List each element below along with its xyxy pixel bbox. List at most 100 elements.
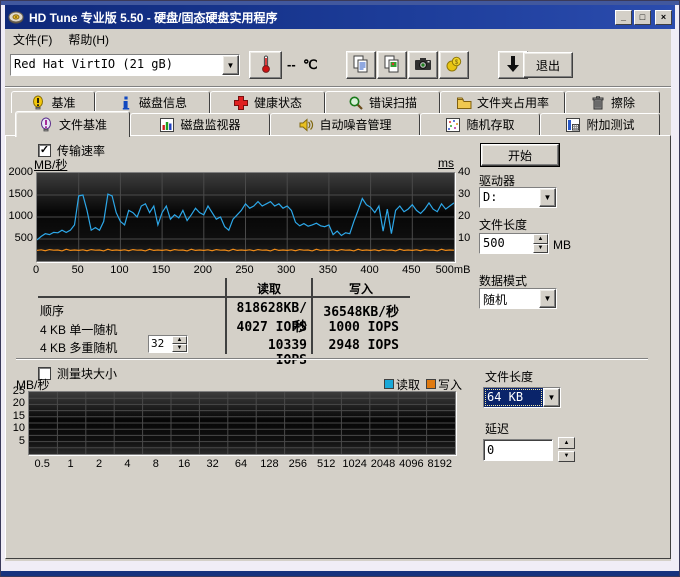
y-tick-label: 10 — [6, 422, 25, 434]
queue-depth-spinner[interactable]: 32 ▲▼ — [148, 335, 188, 353]
block-size-chart — [28, 391, 456, 455]
file-length-spinner[interactable]: 500 ▲▼ — [479, 233, 549, 254]
copy-text-button[interactable] — [346, 51, 376, 79]
barchart-icon — [159, 117, 175, 133]
tab-random-access[interactable]: 随机存取 — [420, 113, 540, 135]
data-pattern-dropdown[interactable]: 随机 ▼ — [479, 288, 557, 309]
row-label-4k-multi: 4 KB 多重随机 — [40, 339, 117, 356]
tab-error-scan[interactable]: 错误扫描 — [325, 91, 440, 113]
y2-tick-label: 10 — [458, 232, 482, 244]
x-tick-label: 150 — [141, 264, 181, 276]
4k-multi-write-value: 2948 IOPS — [317, 338, 399, 353]
spin-down-icon[interactable]: ▼ — [558, 451, 575, 463]
write-legend-label: 写入 — [438, 378, 462, 392]
tab-label: 错误扫描 — [369, 94, 417, 111]
read-legend-label: 读取 — [396, 378, 420, 392]
spin-down-icon[interactable]: ▼ — [172, 344, 187, 352]
tab-file-benchmark[interactable]: 文件基准 — [15, 111, 130, 137]
tab-label: 磁盘信息 — [139, 94, 187, 111]
close-button[interactable]: × — [655, 10, 672, 25]
4k-multi-read-value: 10339 IOPS — [231, 338, 307, 368]
tab-disk-info[interactable]: 磁盘信息 — [95, 91, 210, 113]
file-benchmark-page: ✓ 传输速率 MB/秒 ms 读取 写入 顺序 818628KB/秒 36548… — [5, 135, 671, 559]
maximize-button[interactable]: □ — [634, 10, 651, 25]
magnifier-icon — [348, 95, 364, 111]
minimize-button[interactable]: _ — [615, 10, 632, 25]
temperature-unit: ℃ — [303, 57, 318, 73]
data-pattern-label: 数据模式 — [479, 272, 527, 289]
x-tick-label: 350 — [308, 264, 348, 276]
window-title: HD Tune 专业版 5.50 - 硬盘/固态硬盘实用程序 — [29, 9, 277, 26]
thermometer-icon — [256, 54, 276, 77]
write-column-header: 写入 — [336, 280, 386, 297]
tab-folder-usage[interactable]: 文件夹占用率 — [440, 91, 565, 113]
delay-input[interactable]: 0 — [483, 439, 553, 461]
tab-benchmark[interactable]: 基准 — [11, 91, 95, 113]
checkbox-label: 测量块大小 — [57, 365, 117, 382]
temperature-button[interactable] — [249, 51, 282, 79]
menu-help[interactable]: 帮助(H) — [60, 29, 117, 50]
y-tick-label: 20 — [6, 397, 25, 409]
drive-select-value: Red Hat VirtIO (21 gB) — [11, 55, 222, 75]
spin-down-icon[interactable]: ▼ — [533, 244, 548, 254]
menu-file[interactable]: 文件(F) — [5, 29, 60, 50]
screenshot-button[interactable] — [408, 51, 438, 79]
exclaim-yellow-icon — [30, 95, 46, 111]
x-tick-label: 200 — [183, 264, 223, 276]
y-tick-label: 25 — [6, 385, 25, 397]
coins-button[interactable]: $ — [439, 51, 469, 79]
spin-up-icon[interactable]: ▲ — [558, 437, 575, 449]
y-tick-label: 2000 — [6, 166, 33, 178]
block-file-length-value: 64 KB — [484, 388, 543, 407]
tab-strip: 基准 磁盘信息 健康状态 错误扫描 文件夹占用率擦除 文件基准磁盘监视器自动噪音管理 随机… — [5, 89, 671, 135]
x-tick-label: 500mB — [433, 264, 473, 276]
x-tick-label: 100 — [99, 264, 139, 276]
title-bar[interactable]: HD Tune 专业版 5.50 - 硬盘/固态硬盘实用程序 _ □ × — [5, 5, 675, 29]
copy-image-icon — [382, 54, 402, 77]
chevron-down-icon[interactable]: ▼ — [543, 388, 560, 407]
write-legend-swatch — [426, 379, 436, 389]
toolbar: Red Hat VirtIO (21 gB) ▼ -- ℃ $ — [5, 49, 671, 87]
app-icon — [8, 9, 24, 25]
read-legend-swatch — [384, 379, 394, 389]
tab-extra-tests[interactable]: 附加测试 — [540, 113, 660, 135]
exit-button[interactable]: 退出 — [523, 52, 573, 78]
spin-up-icon[interactable]: ▲ — [172, 336, 187, 344]
chevron-down-icon[interactable]: ▼ — [539, 188, 556, 207]
scatter-icon — [445, 117, 461, 133]
block-file-length-dropdown[interactable]: 64 KB ▼ — [483, 387, 561, 408]
trash-icon — [590, 95, 606, 111]
tab-row-2: 文件基准磁盘监视器自动噪音管理 随机存取 附加测试 — [15, 113, 660, 135]
desktop-edge — [1, 571, 679, 576]
x-tick-label: 400 — [350, 264, 390, 276]
camera-icon — [413, 54, 433, 77]
temperature-value: -- — [287, 57, 296, 72]
chevron-down-icon[interactable]: ▼ — [222, 55, 239, 75]
drive-dropdown[interactable]: D: ▼ — [479, 187, 557, 208]
spin-up-icon[interactable]: ▲ — [533, 234, 548, 244]
coins-icon: $ — [444, 54, 464, 77]
tab-label: 随机存取 — [466, 116, 514, 133]
tab-auto-acoustic[interactable]: 自动噪音管理 — [270, 113, 420, 135]
x-tick-label: 250 — [225, 264, 265, 276]
section-divider — [16, 358, 648, 360]
y2-axis-unit: ms — [438, 156, 454, 170]
drive-select[interactable]: Red Hat VirtIO (21 gB) ▼ — [10, 54, 240, 76]
copy-image-button[interactable] — [377, 51, 407, 79]
tab-disk-monitor[interactable]: 磁盘监视器 — [130, 113, 270, 135]
delay-label: 延迟 — [485, 420, 509, 437]
tab-row-1: 基准 磁盘信息 健康状态 错误扫描 文件夹占用率擦除 — [11, 91, 660, 113]
y-tick-label: 500 — [6, 232, 33, 244]
start-button[interactable]: 开始 — [481, 144, 559, 166]
chevron-down-icon[interactable]: ▼ — [539, 289, 556, 308]
file-length-label: 文件长度 — [479, 216, 527, 233]
menu-bar: 文件(F) 帮助(H) — [5, 29, 671, 49]
tab-health[interactable]: 健康状态 — [210, 91, 325, 113]
tab-erase[interactable]: 擦除 — [565, 91, 660, 113]
table-divider — [225, 278, 227, 354]
x-tick-label: 0 — [16, 264, 56, 276]
block-size-checkbox[interactable]: 测量块大小 — [38, 365, 117, 382]
delay-updown[interactable]: ▲ ▼ — [558, 437, 575, 462]
tab-label: 文件夹占用率 — [477, 94, 549, 111]
info-blue-icon — [118, 95, 134, 111]
